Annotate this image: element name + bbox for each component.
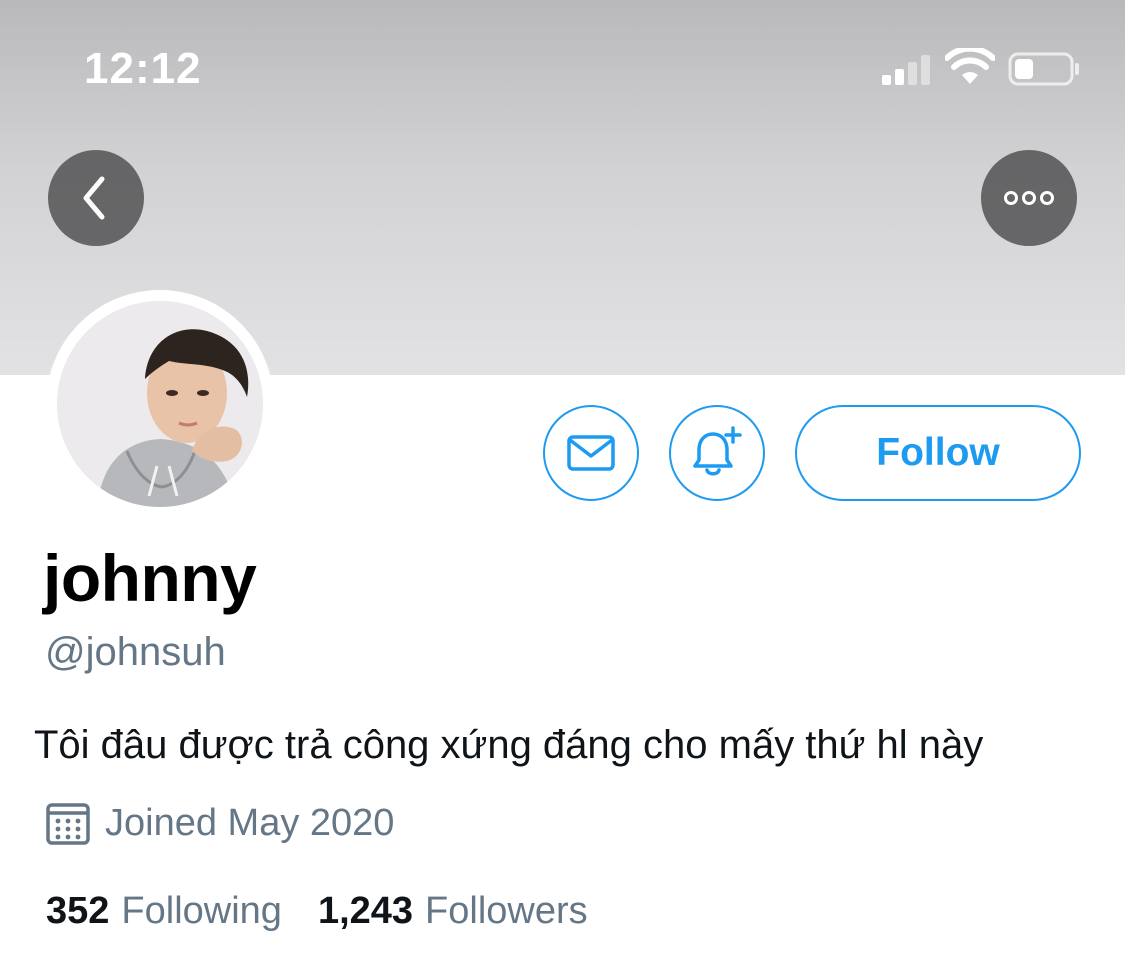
joined-text: Joined May 2020 xyxy=(105,801,395,844)
chevron-left-icon xyxy=(83,176,105,220)
followers-label: Followers xyxy=(425,890,588,932)
status-time: 12:12 xyxy=(84,44,202,93)
follow-button[interactable]: Follow xyxy=(795,405,1081,501)
followers-link[interactable]: 1,243 Followers xyxy=(318,890,588,933)
followers-count: 1,243 xyxy=(317,890,414,932)
cellular-signal-icon xyxy=(882,55,930,85)
avatar-photo xyxy=(57,301,263,507)
profile-bio: Tôi đâu được trả công xứng đáng cho mấy … xyxy=(34,723,984,767)
following-count: 352 xyxy=(46,890,110,932)
profile-screen: 12:12 Follow johnny @johnsuh Tôi đâu đượ… xyxy=(0,0,1125,957)
following-link[interactable]: 352 Following xyxy=(46,890,282,933)
battery-icon xyxy=(1008,52,1079,86)
following-label: Following xyxy=(121,890,282,932)
back-button[interactable] xyxy=(48,150,144,246)
user-handle: @johnsuh xyxy=(45,630,226,674)
envelope-icon xyxy=(567,435,615,471)
message-button[interactable] xyxy=(543,405,639,501)
avatar[interactable] xyxy=(57,301,263,507)
wifi-icon xyxy=(945,48,995,84)
notifications-button[interactable] xyxy=(669,405,765,501)
calendar-icon xyxy=(45,800,91,846)
joined-date: Joined May 2020 xyxy=(45,800,394,846)
follow-stats: 352 Following 1,243 Followers xyxy=(46,890,588,933)
more-options-button[interactable] xyxy=(981,150,1077,246)
bell-plus-icon xyxy=(693,426,742,476)
more-horizontal-icon xyxy=(1004,191,1054,205)
display-name: johnny xyxy=(43,541,257,615)
